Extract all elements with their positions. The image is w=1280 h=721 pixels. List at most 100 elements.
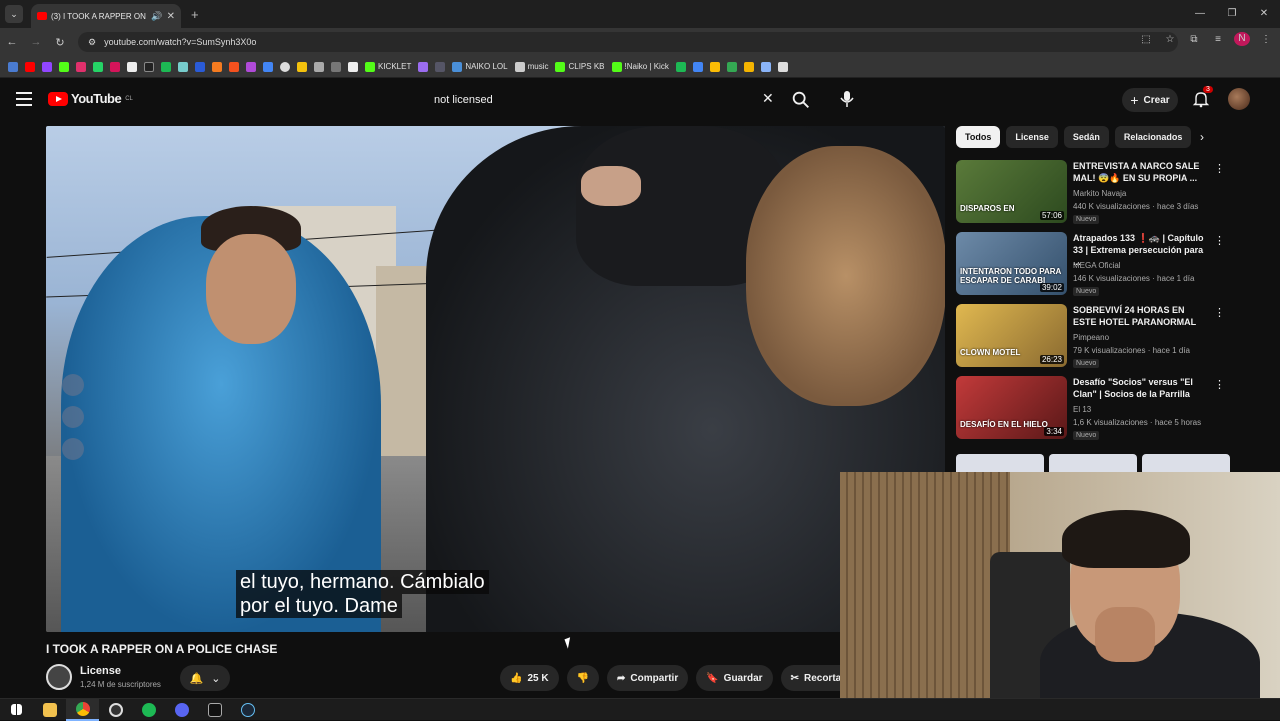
video-thumbnail[interactable]: CLOWN MOTEL 26:23 bbox=[956, 304, 1067, 367]
more-options-icon[interactable]: ⋮ bbox=[1214, 234, 1225, 247]
bookmark-naiko-lol[interactable]: NAIKO LOL bbox=[452, 61, 508, 72]
start-button[interactable] bbox=[0, 699, 33, 721]
bookmark-icon[interactable] bbox=[709, 61, 720, 72]
dislike-button[interactable]: 👎 bbox=[566, 665, 600, 691]
more-options-icon[interactable]: ⋮ bbox=[1214, 162, 1225, 175]
microphone-icon[interactable] bbox=[836, 86, 858, 112]
chip-license[interactable]: License bbox=[1006, 126, 1058, 148]
more-options-icon[interactable]: ⋮ bbox=[1214, 306, 1225, 319]
bookmark-icon[interactable] bbox=[675, 61, 686, 72]
subscription-bell-button[interactable]: 🔔 ⌄ bbox=[180, 665, 230, 691]
video-player[interactable]: el tuyo, hermano. Cámbialo por el tuyo. … bbox=[46, 126, 945, 632]
chrome-menu-icon[interactable]: ⋮ bbox=[1258, 34, 1274, 45]
short-thumbnail[interactable] bbox=[1142, 454, 1230, 472]
chevron-right-icon[interactable]: › bbox=[1200, 130, 1204, 144]
recommendation-channel[interactable]: MEGA Oficial bbox=[1073, 261, 1121, 270]
bookmark-icon[interactable] bbox=[297, 61, 307, 72]
bookmark-icon[interactable] bbox=[280, 61, 290, 72]
recommendation-title[interactable]: Desafío "Socios" versus "El Clan" | Soci… bbox=[1073, 376, 1209, 400]
recommendation-title[interactable]: ENTREVISTA A NARCO SALE MAL! 😨🔥 EN SU PR… bbox=[1073, 160, 1209, 184]
bookmark-icon[interactable] bbox=[348, 61, 358, 72]
bookmark-icon[interactable] bbox=[178, 61, 188, 72]
chip-sedan[interactable]: Sedán bbox=[1063, 126, 1109, 148]
bookmark-icon[interactable] bbox=[760, 61, 771, 72]
short-thumbnail[interactable] bbox=[1049, 454, 1137, 472]
taskbar-steam[interactable] bbox=[231, 699, 264, 721]
shield-icon[interactable] bbox=[435, 61, 446, 72]
recommendation-item[interactable]: DESAFÍO EN EL HIELO 3:34 Desafío "Socios… bbox=[956, 376, 1226, 442]
short-thumbnail[interactable] bbox=[956, 454, 1044, 472]
like-button[interactable]: 👍 25 K bbox=[500, 665, 559, 691]
bookmark-naiko-kick[interactable]: !Naiko | Kick bbox=[611, 61, 669, 72]
video-thumbnail[interactable]: DESAFÍO EN EL HIELO 3:34 bbox=[956, 376, 1067, 439]
notifications-button[interactable]: 3 bbox=[1192, 86, 1213, 108]
recommendation-channel[interactable]: Markito Navaja bbox=[1073, 189, 1126, 198]
apps-icon[interactable] bbox=[8, 61, 18, 72]
bookmark-icon[interactable] bbox=[726, 61, 737, 72]
bookmark-music[interactable]: music bbox=[514, 61, 548, 72]
back-icon[interactable]: ← bbox=[0, 36, 24, 48]
bookmark-icon[interactable] bbox=[110, 61, 120, 72]
video-thumbnail[interactable]: DISPAROS EN 57:06 bbox=[956, 160, 1067, 223]
close-tab-icon[interactable]: ✕ bbox=[167, 11, 175, 22]
taskbar-explorer[interactable] bbox=[33, 699, 66, 721]
youtube-logo[interactable]: YouTube CL bbox=[48, 91, 133, 106]
profile-avatar[interactable]: N bbox=[1234, 32, 1250, 46]
taskbar-discord[interactable] bbox=[165, 699, 198, 721]
channel-avatar[interactable] bbox=[46, 664, 72, 690]
video-thumbnail[interactable]: INTENTARON TODO PARA ESCAPAR DE CARABI 3… bbox=[956, 232, 1067, 295]
more-options-icon[interactable]: ⋮ bbox=[1214, 378, 1225, 391]
chip-relacionados[interactable]: Relacionados bbox=[1114, 126, 1192, 148]
recommendation-channel[interactable]: El 13 bbox=[1073, 405, 1091, 414]
bookmark-icon[interactable] bbox=[331, 61, 341, 72]
clear-search-icon[interactable]: ✕ bbox=[762, 90, 774, 107]
taskbar-chrome[interactable] bbox=[66, 698, 99, 721]
menu-icon[interactable] bbox=[16, 92, 32, 106]
bookmark-icon[interactable] bbox=[692, 61, 703, 72]
chip-todos[interactable]: Todos bbox=[956, 126, 1001, 148]
search-input[interactable]: not licensed bbox=[425, 86, 787, 114]
taskbar-obs[interactable] bbox=[99, 699, 132, 721]
bookmark-icon[interactable] bbox=[418, 61, 429, 72]
recommendation-item[interactable]: DISPAROS EN 57:06 ENTREVISTA A NARCO SAL… bbox=[956, 160, 1226, 226]
create-button[interactable]: + Crear bbox=[1122, 88, 1178, 112]
maximize-button[interactable]: ❐ bbox=[1216, 0, 1248, 28]
tab-search-button[interactable]: ⌄ bbox=[5, 5, 23, 23]
speaker-icon[interactable]: 🔊 bbox=[151, 11, 162, 22]
new-tab-button[interactable]: + bbox=[191, 7, 199, 22]
bookmark-icon[interactable] bbox=[212, 61, 222, 72]
share-button[interactable]: ➦ Compartir bbox=[607, 665, 689, 691]
bookmark-icon[interactable] bbox=[743, 61, 754, 72]
taskbar-spotify[interactable] bbox=[132, 699, 165, 721]
bookmark-icon[interactable] bbox=[263, 61, 273, 72]
instagram-bookmark-icon[interactable] bbox=[76, 61, 86, 72]
address-bar[interactable]: ⚙ youtube.com/watch?v=SumSynh3X0o bbox=[78, 32, 1178, 52]
bookmark-icon[interactable] bbox=[314, 61, 324, 72]
bookmark-icon[interactable] bbox=[246, 61, 256, 72]
taskbar-app[interactable] bbox=[198, 699, 231, 721]
reload-icon[interactable]: ↻ bbox=[48, 36, 72, 49]
account-avatar[interactable] bbox=[1228, 88, 1250, 110]
minimize-button[interactable]: — bbox=[1184, 0, 1216, 28]
whatsapp-bookmark-icon[interactable] bbox=[93, 61, 103, 72]
recommendation-item[interactable]: CLOWN MOTEL 26:23 SOBREVIVÍ 24 HORAS EN … bbox=[956, 304, 1226, 370]
tiktok-bookmark-icon[interactable] bbox=[144, 61, 154, 72]
youtube-bookmark-icon[interactable] bbox=[25, 61, 35, 72]
bookmark-icon[interactable] bbox=[229, 61, 239, 72]
bookmark-kicklet[interactable]: KICKLET bbox=[365, 61, 411, 72]
channel-name[interactable]: License bbox=[80, 665, 121, 677]
bookmark-icon[interactable] bbox=[777, 61, 788, 72]
site-info-icon[interactable]: ⚙ bbox=[88, 37, 96, 48]
search-icon[interactable] bbox=[790, 89, 812, 111]
recommendation-channel[interactable]: Pimpeano bbox=[1073, 333, 1109, 342]
media-icon[interactable]: ≡ bbox=[1210, 34, 1226, 45]
bookmark-icon[interactable] bbox=[195, 61, 205, 72]
bookmark-clips-kb[interactable]: CLIPS KB bbox=[555, 61, 605, 72]
window-close-button[interactable]: ✕ bbox=[1248, 0, 1280, 28]
install-icon[interactable]: ⬚ bbox=[1138, 34, 1154, 45]
bookmark-star-icon[interactable]: ☆ bbox=[1162, 34, 1178, 45]
twitch-bookmark-icon[interactable] bbox=[42, 61, 52, 72]
save-button[interactable]: 🔖 Guardar bbox=[696, 665, 773, 691]
kick-bookmark-icon[interactable] bbox=[59, 61, 69, 72]
recommendation-title[interactable]: SOBREVIVÍ 24 HORAS EN ESTE HOTEL PARANOR… bbox=[1073, 304, 1209, 328]
